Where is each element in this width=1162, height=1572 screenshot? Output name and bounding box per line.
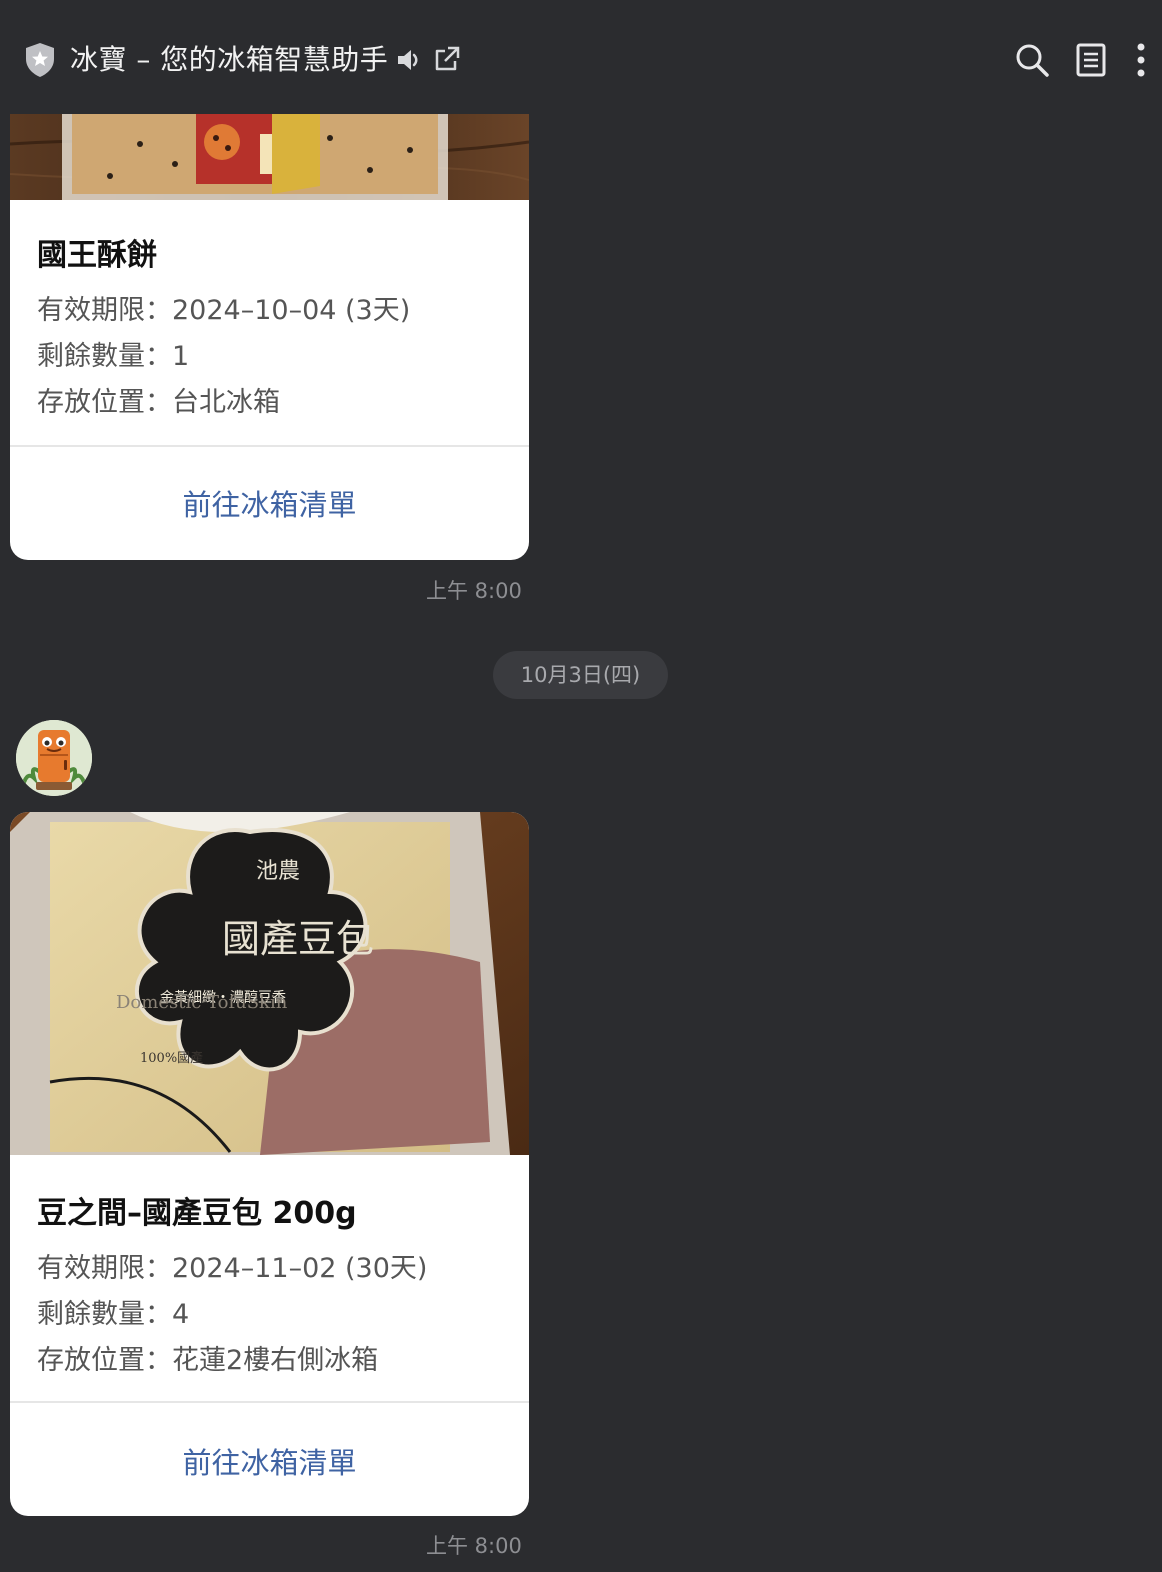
expiry-date: 有效期限：2024–11–02 (30天) (37, 1253, 428, 1284)
search-icon[interactable] (1012, 40, 1052, 80)
popout-icon[interactable] (433, 45, 461, 73)
item-card: 池農 國產豆包 金黃細緻・濃醇豆香 Domestic TofuSkin 100%… (10, 812, 529, 1516)
card-divider (10, 1401, 529, 1403)
open-fridge-list-button[interactable]: 前往冰箱清單 (10, 1440, 529, 1482)
date-separator: 10月3日(四) (493, 651, 668, 699)
item-title: 豆之間–國產豆包 200g (37, 1196, 357, 1231)
card-divider (10, 445, 529, 447)
more-icon[interactable] (1124, 40, 1158, 80)
chat-title: 冰寶 – 您的冰箱智慧助手 (70, 43, 389, 76)
storage-location: 存放位置：台北冰箱 (37, 387, 280, 418)
photo-note: 100%國產 (140, 1050, 203, 1066)
shield-icon (26, 43, 54, 77)
top-bar: 冰寶 – 您的冰箱智慧助手 (0, 0, 1162, 116)
message-time: 上午 8:00 (426, 1534, 522, 1558)
item-card: 國王酥餅 有效期限：2024–10–04 (3天) 剩餘數量：1 存放位置：台北… (10, 114, 529, 560)
remaining-quantity: 剩餘數量：4 (37, 1299, 190, 1330)
message-time: 上午 8:00 (426, 579, 522, 603)
notes-icon[interactable] (1071, 40, 1111, 80)
photo-english: Domestic TofuSkin (116, 992, 288, 1013)
storage-location: 存放位置：花蓮2樓右側冰箱 (37, 1345, 379, 1376)
item-photo (10, 114, 529, 200)
remaining-quantity: 剩餘數量：1 (37, 341, 190, 372)
expiry-date: 有效期限：2024–10–04 (3天) (37, 295, 411, 326)
speaker-icon[interactable] (396, 46, 422, 74)
open-fridge-list-button[interactable]: 前往冰箱清單 (10, 482, 529, 524)
photo-brand: 池農 (256, 859, 300, 884)
item-title: 國王酥餅 (37, 238, 157, 273)
photo-product: 國產豆包 (222, 917, 374, 961)
bot-avatar[interactable] (16, 720, 92, 796)
item-photo: 池農 國產豆包 金黃細緻・濃醇豆香 Domestic TofuSkin 100%… (10, 812, 529, 1155)
